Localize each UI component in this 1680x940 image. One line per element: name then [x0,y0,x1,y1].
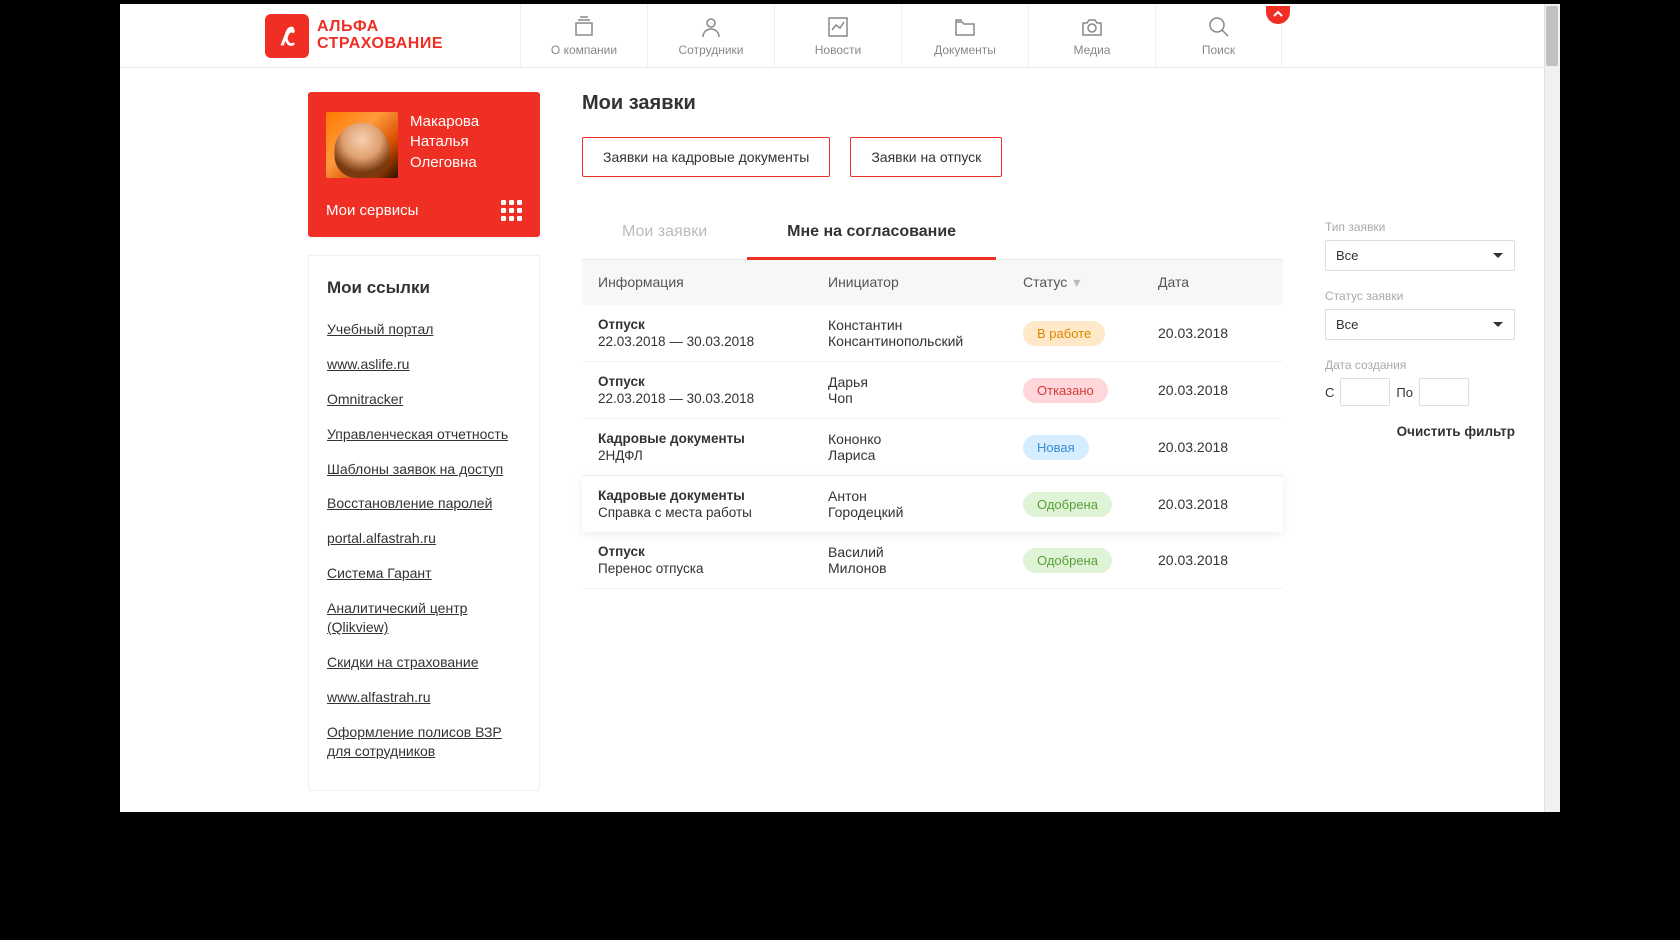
date-from-input[interactable] [1340,378,1390,406]
vacation-requests-button[interactable]: Заявки на отпуск [850,137,1002,177]
tabs: Мои заявки Мне на согласование [582,207,1283,260]
row-date: 20.03.2018 [1158,382,1267,398]
sort-desc-icon: ▾ [1073,274,1080,291]
camera-icon [1080,15,1104,39]
nav-news[interactable]: Новости [774,4,901,68]
sidebar-link-2[interactable]: Omnitracker [327,382,521,417]
table-row[interactable]: Отпуск 22.03.2018 — 30.03.2018ДарьяЧопОтк… [582,362,1283,419]
initiator-line2: Консантинопольский [828,333,1023,349]
initiator-line1: Василий [828,544,1023,560]
chart-icon [826,15,850,39]
row-subtitle: 2НДФЛ [598,448,828,463]
requests-table: Информация Инициатор Статус▾ Дата Отпуск… [582,260,1283,589]
person-icon [699,15,723,39]
row-date: 20.03.2018 [1158,325,1267,341]
col-date[interactable]: Дата [1158,274,1267,291]
row-date: 20.03.2018 [1158,552,1267,568]
profile-card: Макарова Наталья Олеговна Мои сервисы [308,92,540,237]
brand-text-2: СТРАХОВАНИЕ [317,36,443,53]
initiator-line2: Городецкий [828,504,1023,520]
sidebar-link-5[interactable]: Восстановление паролей [327,486,521,521]
status-badge: Одобрена [1023,492,1112,517]
sidebar-link-0[interactable]: Учебный портал [327,312,521,347]
sidebar-link-8[interactable]: Аналитический центр (Qlikview) [327,591,521,645]
tab-my-requests[interactable]: Мои заявки [582,207,747,260]
date-to-label: По [1396,385,1413,400]
sidebar-link-6[interactable]: portal.alfastrah.ru [327,521,521,556]
table-header: Информация Инициатор Статус▾ Дата [582,260,1283,305]
row-title: Отпуск [598,317,828,332]
alpha-logo-icon [265,14,309,58]
table-row[interactable]: Отпуск Перенос отпускаВасилийМилоновОдобр… [582,532,1283,589]
row-subtitle: 22.03.2018 — 30.03.2018 [598,391,828,406]
date-from-label: С [1325,385,1334,400]
nav-staff[interactable]: Сотрудники [647,4,774,68]
sidebar-link-10[interactable]: www.alfastrah.ru [327,680,521,715]
row-subtitle: Справка с места работы [598,505,828,520]
col-initiator[interactable]: Инициатор [828,274,1023,291]
brand-logo[interactable]: АЛЬФА СТРАХОВАНИЕ [265,14,500,58]
initiator-line1: Кононко [828,431,1023,447]
search-icon [1207,15,1231,39]
filter-type-select[interactable]: Все [1325,240,1515,271]
col-info[interactable]: Информация [598,274,828,291]
filter-status-label: Статус заявки [1325,289,1515,303]
apps-grid-icon[interactable] [501,200,522,221]
sidebar-link-3[interactable]: Управленческая отчетность [327,417,521,452]
initiator-line1: Константин [828,317,1023,333]
filters-panel: Тип заявки Все Статус заявки Все Дата со… [1325,92,1515,791]
row-title: Кадровые документы [598,488,828,503]
initiator-line2: Чоп [828,390,1023,406]
nav-docs[interactable]: Документы [901,4,1028,68]
row-title: Кадровые документы [598,431,828,446]
filter-type-label: Тип заявки [1325,220,1515,234]
hr-docs-requests-button[interactable]: Заявки на кадровые документы [582,137,830,177]
my-links-block: Мои ссылки Учебный порталwww.aslife.ruOm… [308,255,540,791]
nav-search[interactable]: Поиск [1155,4,1282,68]
sidebar-link-9[interactable]: Скидки на страхование [327,645,521,680]
avatar[interactable] [326,112,398,178]
initiator-line2: Лариса [828,447,1023,463]
status-badge: Новая [1023,435,1089,460]
folder-icon [953,15,977,39]
links-title: Мои ссылки [327,278,521,298]
clear-filter-button[interactable]: Очистить фильтр [1325,424,1515,439]
brand-text-1: АЛЬФА [317,19,443,36]
row-subtitle: Перенос отпуска [598,561,828,576]
sidebar-link-7[interactable]: Система Гарант [327,556,521,591]
filter-date-label: Дата создания [1325,358,1515,372]
row-date: 20.03.2018 [1158,496,1267,512]
page-title: Мои заявки [582,92,1283,115]
row-date: 20.03.2018 [1158,439,1267,455]
profile-name: Макарова Наталья Олеговна [410,112,479,173]
top-nav: О компании Сотрудники Новости Документы … [520,4,1282,68]
initiator-line2: Милонов [828,560,1023,576]
chevron-down-icon [1492,250,1504,262]
my-services-link[interactable]: Мои сервисы [326,202,418,219]
nav-about[interactable]: О компании [520,4,647,68]
stack-icon [572,15,596,39]
table-row[interactable]: Отпуск 22.03.2018 — 30.03.2018КонстантинК… [582,305,1283,362]
status-badge: Одобрена [1023,548,1112,573]
sidebar-link-1[interactable]: www.aslife.ru [327,347,521,382]
filter-status-select[interactable]: Все [1325,309,1515,340]
row-title: Отпуск [598,544,828,559]
initiator-line1: Антон [828,488,1023,504]
nav-media[interactable]: Медиа [1028,4,1155,68]
sidebar-link-11[interactable]: Оформление полисов ВЗР для сотрудников [327,715,521,769]
sidebar-link-4[interactable]: Шаблоны заявок на доступ [327,452,521,487]
date-to-input[interactable] [1419,378,1469,406]
table-row[interactable]: Кадровые документы Справка с места работы… [582,476,1283,532]
row-subtitle: 22.03.2018 — 30.03.2018 [598,334,828,349]
chevron-down-icon [1492,319,1504,331]
status-badge: В работе [1023,321,1105,346]
col-status[interactable]: Статус▾ [1023,274,1158,291]
table-row[interactable]: Кадровые документы 2НДФЛКононкоЛарисаНова… [582,419,1283,476]
header: АЛЬФА СТРАХОВАНИЕ О компании Сотрудники … [120,4,1560,68]
page-scrollbar[interactable] [1544,4,1560,812]
tab-for-approval[interactable]: Мне на согласование [747,207,996,260]
status-badge: Отказано [1023,378,1108,403]
initiator-line1: Дарья [828,374,1023,390]
row-title: Отпуск [598,374,828,389]
